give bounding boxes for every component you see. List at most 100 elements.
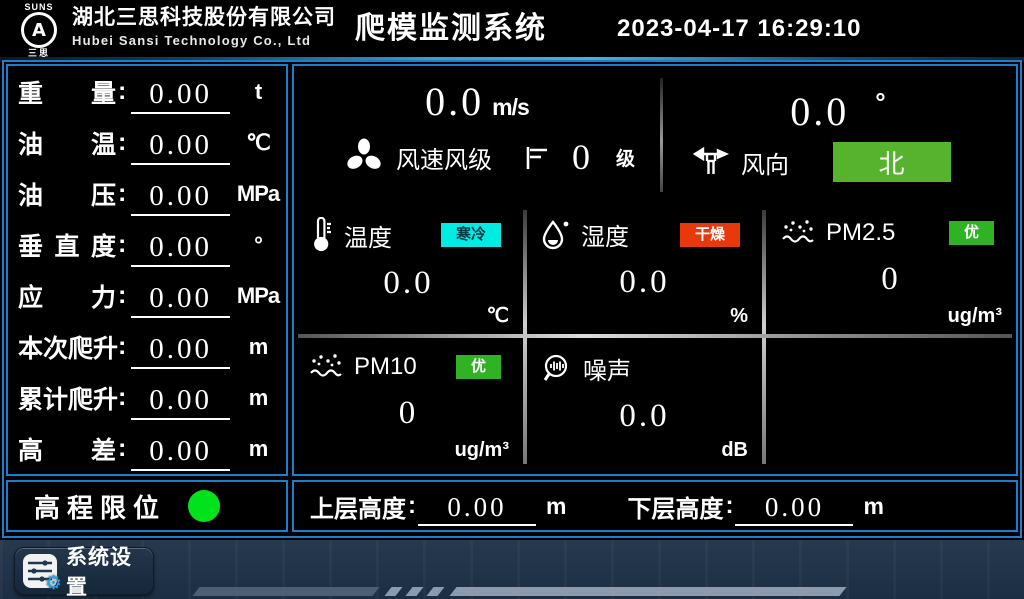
metric-unit: MPa: [236, 181, 280, 207]
main-frame: 重 量: 0.00 t 油 温: 0.00 ℃ 油 压: 0.00 MPa 垂直…: [2, 60, 1022, 538]
lower-height-label: 下层高度: [627, 489, 723, 524]
noise-cell: 噪声 0.0 dB: [527, 338, 762, 468]
metric-colon: :: [118, 77, 126, 106]
metric-label: 应 力: [18, 278, 116, 314]
metric-label: 油 温: [18, 125, 116, 161]
system-settings-button[interactable]: ⚙ 系统设置: [14, 547, 154, 595]
metric-value: 0.00: [131, 384, 230, 420]
wind-direction-text: 北: [878, 144, 905, 181]
elevation-limit-label: 高程限位: [34, 488, 166, 525]
wind-section: 0.0 m/s 风速风级: [294, 66, 1016, 204]
metric-colon: :: [118, 281, 126, 310]
temperature-unit: ℃: [487, 303, 509, 328]
weather-grid: 温度 寒冷 0.0 ℃ 湿度 干燥: [294, 204, 1016, 470]
footer-bar: ⚙ 系统设置: [0, 540, 1024, 599]
upper-height-label: 上层高度: [310, 489, 406, 524]
header: SUNS A 三思 湖北三思科技股份有限公司 Hubei Sansi Techn…: [0, 0, 1024, 57]
metric-label: 重 量: [18, 74, 116, 110]
metric-unit: ℃: [236, 130, 280, 156]
humidity-unit: %: [730, 305, 748, 328]
lower-height-unit: m: [863, 493, 882, 520]
metric-row-stress: 应 力: 0.00 MPa: [8, 270, 286, 321]
metric-label: 本次爬升: [18, 329, 116, 365]
metric-row-oil-temp: 油 温: 0.00 ℃: [8, 117, 286, 168]
wind-speed-block: 0.0 m/s 风速风级: [294, 66, 660, 204]
pm-dust-icon: [308, 351, 344, 383]
metric-value: 0.00: [131, 333, 230, 369]
humidity-value: 0.0: [527, 264, 762, 301]
lower-height-colon: :: [725, 492, 733, 520]
metric-label: 累计爬升: [18, 380, 116, 416]
humidity-drop-icon: [541, 218, 571, 252]
temperature-cell: 温度 寒冷 0.0 ℃: [294, 204, 523, 334]
company-name-en: Hubei Sansi Technology Co., Ltd: [72, 31, 336, 50]
environment-panel: 0.0 m/s 风速风级: [292, 64, 1018, 476]
metric-colon: :: [118, 383, 126, 412]
upper-height-group: 上层高度: 0.00 m: [310, 486, 565, 526]
wind-speed-label: 风速风级: [396, 140, 492, 175]
metric-colon: :: [118, 230, 126, 259]
upper-height-value: 0.00: [418, 492, 536, 526]
settings-sliders-icon: ⚙: [22, 553, 58, 589]
metric-row-height-diff: 高 差: 0.00 m: [8, 423, 286, 474]
wind-direction-unit: °: [875, 87, 888, 117]
datetime-display: 2023-04-17 16:29:10: [617, 0, 862, 57]
temperature-status-badge: 寒冷: [441, 223, 501, 247]
temperature-value: 0.0: [294, 265, 523, 302]
metric-label: 垂直度: [18, 227, 116, 263]
wind-direction-block: 0.0°: [663, 66, 1016, 204]
wind-speed-value: 0.0: [425, 79, 484, 124]
footer-decor-band: [449, 587, 846, 596]
metric-row-weight: 重 量: 0.00 t: [8, 66, 286, 117]
metric-row-verticality: 垂直度: 0.00 °: [8, 219, 286, 270]
pm10-unit: ug/m³: [455, 439, 509, 462]
metric-value: 0.00: [131, 435, 230, 471]
metric-colon: :: [118, 332, 126, 361]
noise-label: 噪声: [583, 351, 631, 386]
logo-bottom-text: 三思: [12, 48, 66, 59]
company-logo: SUNS A 三思: [12, 2, 66, 59]
upper-height-unit: m: [546, 493, 565, 520]
metric-value: 0.00: [131, 180, 230, 216]
wind-level-value: 0: [572, 137, 590, 177]
lower-height-value: 0.00: [735, 492, 853, 526]
page-title: 爬模监测系统: [355, 0, 547, 57]
metric-label: 高 差: [18, 431, 116, 467]
temperature-label: 温度: [344, 218, 392, 253]
metric-row-total-climb: 累计爬升: 0.00 m: [8, 372, 286, 423]
pm10-status-badge: 优: [456, 355, 501, 379]
pm25-unit: ug/m³: [948, 305, 1002, 328]
wind-vane-icon: [693, 146, 729, 178]
metric-colon: :: [118, 179, 126, 208]
metric-colon: :: [118, 128, 126, 157]
wind-level-icon: [522, 142, 550, 172]
metric-value: 0.00: [131, 78, 230, 114]
humidity-status-badge: 干燥: [680, 223, 740, 247]
noise-value: 0.0: [527, 398, 762, 435]
wind-speed-unit: m/s: [492, 94, 529, 120]
pm25-label: PM2.5: [826, 219, 895, 247]
metric-label: 油 压: [18, 176, 116, 212]
metric-value: 0.00: [131, 129, 230, 165]
metric-unit: MPa: [236, 283, 280, 309]
metric-colon: :: [118, 434, 126, 463]
pm25-status-badge: 优: [949, 221, 994, 245]
fan-icon: [344, 137, 384, 177]
wind-direction-label: 风向: [741, 145, 789, 180]
pm10-cell: PM10 优 0 ug/m³: [294, 338, 523, 468]
metric-unit: m: [236, 385, 280, 411]
noise-unit: dB: [721, 439, 748, 462]
elevation-limit-box: 高程限位: [6, 480, 288, 532]
lower-height-group: 下层高度: 0.00 m: [627, 486, 882, 526]
thermometer-icon: [308, 217, 334, 253]
company-names: 湖北三思科技股份有限公司 Hubei Sansi Technology Co.,…: [72, 5, 336, 50]
metric-unit: °: [236, 232, 280, 258]
wind-direction-button[interactable]: 北: [833, 142, 951, 182]
metric-unit: m: [236, 436, 280, 462]
wind-level-unit: 级: [616, 144, 635, 171]
layer-heights-box: 上层高度: 0.00 m 下层高度: 0.00 m: [292, 480, 1018, 532]
metric-row-oil-pressure: 油 压: 0.00 MPa: [8, 168, 286, 219]
metric-value: 0.00: [131, 282, 230, 318]
company-name-cn: 湖北三思科技股份有限公司: [72, 5, 336, 31]
humidity-label: 湿度: [581, 217, 629, 252]
